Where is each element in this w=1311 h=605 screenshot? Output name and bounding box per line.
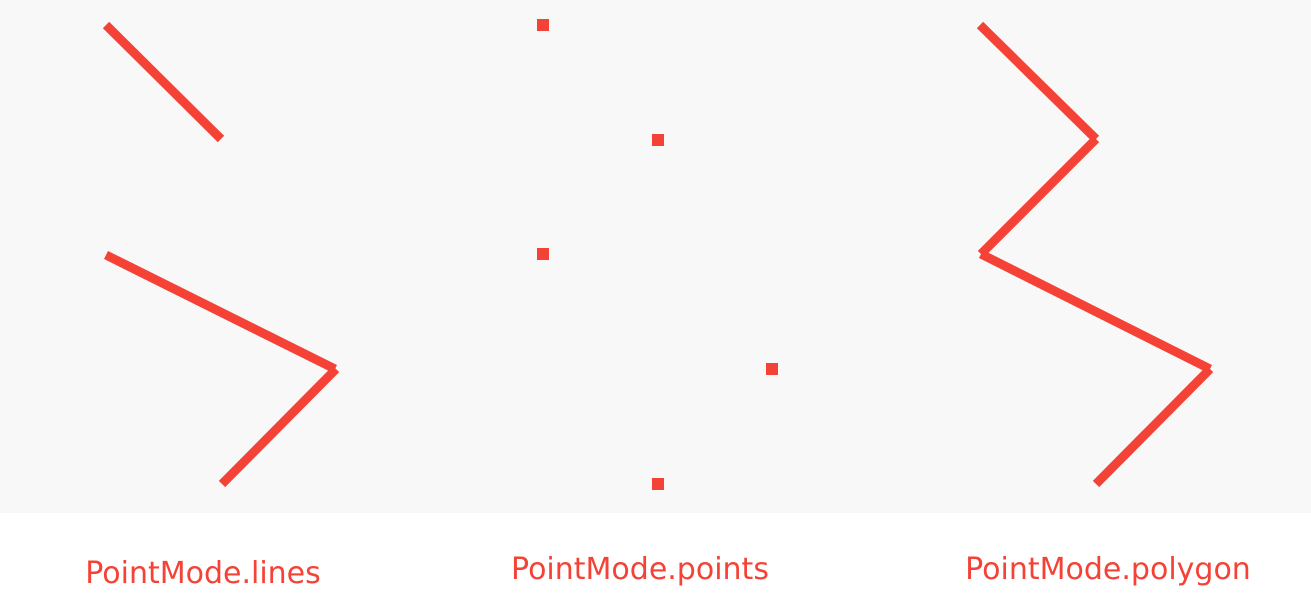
point-2	[652, 134, 664, 146]
polygon-segment-3	[978, 249, 1213, 374]
point-1	[537, 19, 549, 31]
point-4	[766, 363, 778, 375]
polygon-segment-4	[1092, 365, 1214, 488]
canvas-area	[0, 0, 1311, 513]
point-mode-drawing	[102, 19, 1214, 490]
lines-segment-1	[102, 21, 225, 143]
polygon-segment-2	[977, 135, 1100, 258]
polygon-segment-1	[976, 21, 1100, 143]
lines-segment-3	[218, 365, 340, 488]
lines-panel	[102, 21, 340, 488]
polygon-panel	[976, 21, 1214, 488]
point-5	[652, 478, 664, 490]
caption-polygon: PointMode.polygon	[965, 552, 1251, 587]
caption-points: PointMode.points	[511, 552, 769, 587]
point-3	[537, 248, 549, 260]
lines-segment-2	[103, 250, 338, 374]
points-panel	[537, 19, 778, 490]
caption-lines: PointMode.lines	[85, 556, 321, 591]
